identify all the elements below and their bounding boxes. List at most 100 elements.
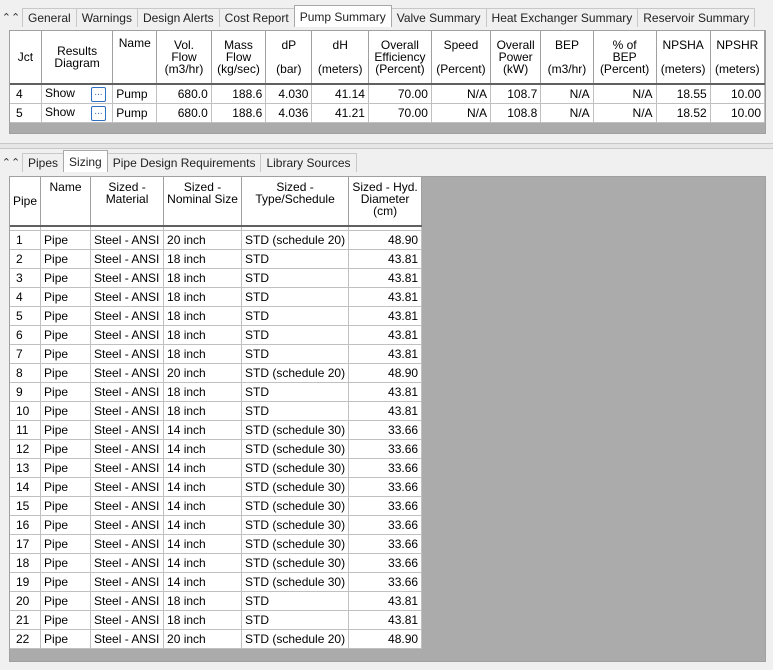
- header-line: (m3/hr): [164, 62, 204, 76]
- table-row[interactable]: 5 Show... Pump 680.0 188.6 4.036 41.21 70.00 N/A…: [10, 103, 766, 123]
- table-row[interactable]: 18 Pipe Steel - ANSI 14 inch STD (schedule 3…: [10, 553, 423, 573]
- tab-warnings[interactable]: Warnings: [75, 8, 138, 27]
- cell-pipe-id: 12: [10, 439, 42, 459]
- tab-general[interactable]: General: [22, 8, 77, 27]
- cell-nominal-size: 20 inch: [163, 629, 243, 649]
- table-row[interactable]: 6 Pipe Steel - ANSI 18 inch STD 43.81: [10, 325, 423, 345]
- cell-pipe-id: 3: [10, 268, 42, 288]
- header-line: Type/Schedule: [255, 192, 335, 206]
- cell-pipe-id: 5: [10, 306, 42, 326]
- table-row[interactable]: 12 Pipe Steel - ANSI 14 inch STD (schedule 3…: [10, 439, 423, 459]
- cell-type-schedule: STD (schedule 30): [241, 420, 350, 440]
- column-header-npshr: NPSHR (meters): [710, 31, 766, 85]
- table-row[interactable]: 15 Pipe Steel - ANSI 14 inch STD (schedule 3…: [10, 496, 423, 516]
- tab-pump-summary[interactable]: Pump Summary: [293, 5, 392, 27]
- cell-material: Steel - ANSI: [90, 363, 165, 383]
- tab-sizing[interactable]: Sizing: [63, 150, 108, 172]
- cell-name: Pipe: [40, 420, 92, 440]
- cell-material: Steel - ANSI: [90, 591, 165, 611]
- tab-pipe-design-requirements[interactable]: Pipe Design Requirements: [106, 153, 262, 172]
- tab-cost-report[interactable]: Cost Report: [218, 8, 295, 27]
- cell-material: Steel - ANSI: [90, 306, 165, 326]
- table-row[interactable]: 1 Pipe Steel - ANSI 20 inch STD (schedule 20…: [10, 230, 423, 250]
- cell-bep: N/A: [540, 103, 594, 123]
- cell-nominal-size: 18 inch: [163, 401, 243, 421]
- cell-type-schedule: STD (schedule 20): [241, 363, 350, 383]
- table-row[interactable]: 20 Pipe Steel - ANSI 18 inch STD 43.81: [10, 591, 423, 611]
- table-row[interactable]: 21 Pipe Steel - ANSI 18 inch STD 43.81: [10, 610, 423, 630]
- cell-speed: N/A: [431, 84, 491, 104]
- cell-pct_bep: N/A: [593, 103, 657, 123]
- table-row[interactable]: 17 Pipe Steel - ANSI 14 inch STD (schedule 3…: [10, 534, 423, 554]
- cell-hyd-diameter: 33.66: [348, 515, 423, 535]
- table-row[interactable]: 4 Pipe Steel - ANSI 18 inch STD 43.81: [10, 287, 423, 307]
- table-row[interactable]: 16 Pipe Steel - ANSI 14 inch STD (schedule 3…: [10, 515, 423, 535]
- cell-dp: 4.030: [265, 84, 313, 104]
- cell-type-schedule: STD: [241, 382, 350, 402]
- cell-type-schedule: STD (schedule 30): [241, 553, 350, 573]
- cell-power: 108.7: [490, 84, 542, 104]
- cell-pipe-id: 21: [10, 610, 42, 630]
- cell-name: Pipe: [40, 363, 92, 383]
- cell-type-schedule: STD: [241, 306, 350, 326]
- cell-speed: N/A: [431, 103, 491, 123]
- table-row[interactable]: 11 Pipe Steel - ANSI 14 inch STD (schedule 3…: [10, 420, 423, 440]
- table-row[interactable]: 10 Pipe Steel - ANSI 18 inch STD 43.81: [10, 401, 423, 421]
- tab-valve-summary[interactable]: Valve Summary: [390, 8, 487, 27]
- cell-pipe-id: 19: [10, 572, 42, 592]
- panel-splitter[interactable]: [0, 143, 773, 149]
- collapse-top-panel-icon[interactable]: ⌃⌃: [0, 7, 22, 27]
- table-row[interactable]: 3 Pipe Steel - ANSI 18 inch STD 43.81: [10, 268, 423, 288]
- cell-material: Steel - ANSI: [90, 572, 165, 592]
- cell-material: Steel - ANSI: [90, 325, 165, 345]
- tab-library-sources[interactable]: Library Sources: [260, 153, 357, 172]
- table-row[interactable]: 9 Pipe Steel - ANSI 18 inch STD 43.81: [10, 382, 423, 402]
- header-line: Material: [105, 192, 149, 206]
- tab-design-alerts[interactable]: Design Alerts: [136, 8, 220, 27]
- tab-heat-exchanger-summary[interactable]: Heat Exchanger Summary: [485, 8, 639, 27]
- cell-nominal-size: 18 inch: [163, 610, 243, 630]
- cell-type-schedule: STD: [241, 325, 350, 345]
- column-header-sized-nominal-size: Sized - Nominal Size: [163, 177, 243, 227]
- cell-material: Steel - ANSI: [90, 534, 165, 554]
- table-row[interactable]: 5 Pipe Steel - ANSI 18 inch STD 43.81: [10, 306, 423, 326]
- tab-pipes[interactable]: Pipes: [22, 153, 65, 172]
- show-diagram-link[interactable]: Show: [45, 86, 75, 100]
- sizing-table: Pipe Name Sized - Material Sized - Nominal Si…: [10, 177, 423, 649]
- cell-nominal-size: 18 inch: [163, 344, 243, 364]
- sizing-panel: Pipe Name Sized - Material Sized - Nominal Si…: [9, 176, 766, 662]
- cell-name: Pipe: [40, 287, 92, 307]
- cell-pipe-id: 15: [10, 496, 42, 516]
- header-line: (Percent): [436, 62, 486, 76]
- cell-bep: N/A: [540, 84, 594, 104]
- cell-hyd-diameter: 33.66: [348, 572, 423, 592]
- column-header-dp: dP (bar): [265, 31, 313, 85]
- show-diagram-link[interactable]: Show: [45, 105, 75, 119]
- cell-dh: 41.14: [311, 84, 369, 104]
- collapse-bottom-panel-icon[interactable]: ⌃⌃: [0, 152, 22, 172]
- column-header-overall-power: Overall Power (kW): [490, 31, 542, 85]
- header-line: (cm): [373, 204, 398, 218]
- table-row[interactable]: 7 Pipe Steel - ANSI 18 inch STD 43.81: [10, 344, 423, 364]
- table-row[interactable]: 13 Pipe Steel - ANSI 14 inch STD (schedule 3…: [10, 458, 423, 478]
- cell-name: Pipe: [40, 382, 92, 402]
- table-row[interactable]: 22 Pipe Steel - ANSI 20 inch STD (schedule 2…: [10, 629, 423, 649]
- cell-nominal-size: 14 inch: [163, 515, 243, 535]
- ellipsis-icon[interactable]: ...: [90, 86, 106, 102]
- cell-pipe-id: 20: [10, 591, 42, 611]
- cell-pipe-id: 17: [10, 534, 42, 554]
- cell-name: Pipe: [40, 477, 92, 497]
- table-row[interactable]: 2 Pipe Steel - ANSI 18 inch STD 43.81: [10, 249, 423, 269]
- cell-name: Pump: [112, 103, 158, 123]
- cell-hyd-diameter: 33.66: [348, 534, 423, 554]
- ellipsis-icon[interactable]: ...: [90, 105, 106, 121]
- cell-hyd-diameter: 43.81: [348, 306, 423, 326]
- column-header-dh: dH (meters): [311, 31, 369, 85]
- table-row[interactable]: 19 Pipe Steel - ANSI 14 inch STD (schedule 3…: [10, 572, 423, 592]
- cell-nominal-size: 14 inch: [163, 477, 243, 497]
- table-row[interactable]: 14 Pipe Steel - ANSI 14 inch STD (schedule 3…: [10, 477, 423, 497]
- table-row[interactable]: 4 Show... Pump 680.0 188.6 4.030 41.14 70.00 N/A…: [10, 84, 766, 104]
- table-row[interactable]: 8 Pipe Steel - ANSI 20 inch STD (schedule 20…: [10, 363, 423, 383]
- cell-mass_flow: 188.6: [211, 103, 267, 123]
- tab-reservoir-summary[interactable]: Reservoir Summary: [637, 8, 756, 27]
